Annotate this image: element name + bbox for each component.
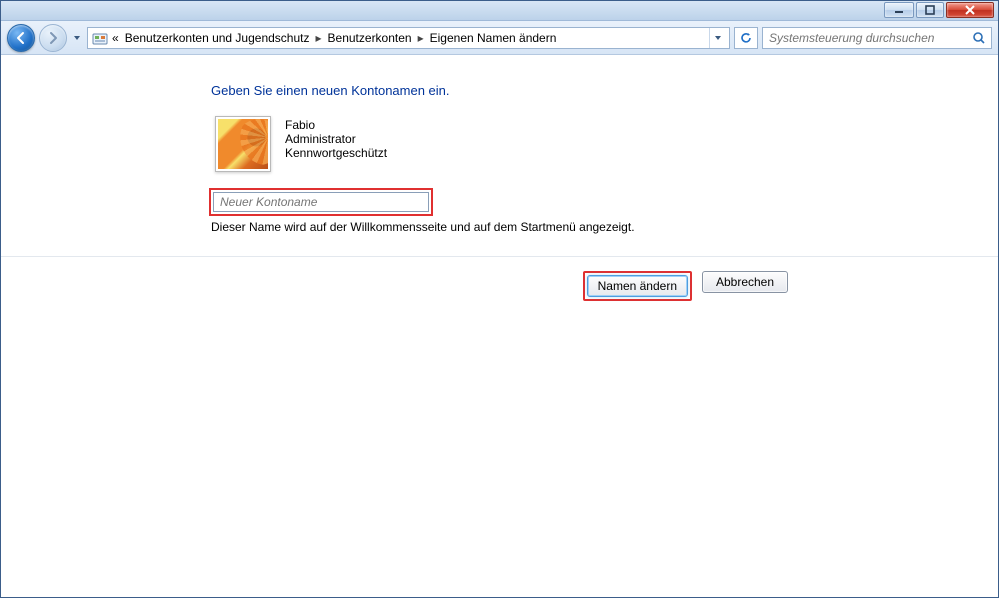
breadcrumb-item[interactable]: Benutzerkonten und Jugendschutz xyxy=(123,31,312,45)
nav-forward-button[interactable] xyxy=(39,24,67,52)
help-text: Dieser Name wird auf der Willkommensseit… xyxy=(211,220,851,234)
change-name-button[interactable]: Namen ändern xyxy=(587,275,688,297)
chevron-right-icon: ▸ xyxy=(416,31,426,45)
user-status: Kennwortgeschützt xyxy=(285,146,387,160)
titlebar xyxy=(1,1,998,21)
breadcrumb-prefix: « xyxy=(110,31,121,45)
search-icon xyxy=(971,30,987,46)
control-panel-icon xyxy=(92,30,108,46)
nav-back-button[interactable] xyxy=(7,24,35,52)
search-box[interactable] xyxy=(762,27,992,49)
breadcrumb-item[interactable]: Eigenen Namen ändern xyxy=(428,31,559,45)
nav-history-dropdown[interactable] xyxy=(71,27,83,49)
page-heading: Geben Sie einen neuen Kontonamen ein. xyxy=(211,83,851,98)
confirm-button-highlight: Namen ändern xyxy=(583,271,692,301)
nav-toolbar: « Benutzerkonten und Jugendschutz ▸ Benu… xyxy=(1,21,998,55)
user-info: Fabio Administrator Kennwortgeschützt xyxy=(285,116,387,172)
minimize-button[interactable] xyxy=(884,2,914,18)
button-row: Namen ändern Abbrechen xyxy=(1,257,998,301)
cancel-button[interactable]: Abbrechen xyxy=(702,271,788,293)
address-bar[interactable]: « Benutzerkonten und Jugendschutz ▸ Benu… xyxy=(87,27,730,49)
name-input-highlight xyxy=(209,188,433,216)
new-account-name-input[interactable] xyxy=(213,192,429,212)
address-dropdown[interactable] xyxy=(709,28,725,48)
flower-avatar-image xyxy=(218,119,268,169)
user-role: Administrator xyxy=(285,132,387,146)
maximize-button[interactable] xyxy=(916,2,944,18)
close-button[interactable] xyxy=(946,2,994,18)
control-panel-window: « Benutzerkonten und Jugendschutz ▸ Benu… xyxy=(0,0,999,598)
search-input[interactable] xyxy=(767,30,971,46)
chevron-right-icon: ▸ xyxy=(314,31,324,45)
refresh-button[interactable] xyxy=(734,27,758,49)
content-pane: Geben Sie einen neuen Kontonamen ein. Fa… xyxy=(1,55,998,597)
user-avatar xyxy=(215,116,271,172)
user-name: Fabio xyxy=(285,118,387,132)
breadcrumb-item[interactable]: Benutzerkonten xyxy=(326,31,414,45)
user-account-block: Fabio Administrator Kennwortgeschützt xyxy=(215,116,851,172)
